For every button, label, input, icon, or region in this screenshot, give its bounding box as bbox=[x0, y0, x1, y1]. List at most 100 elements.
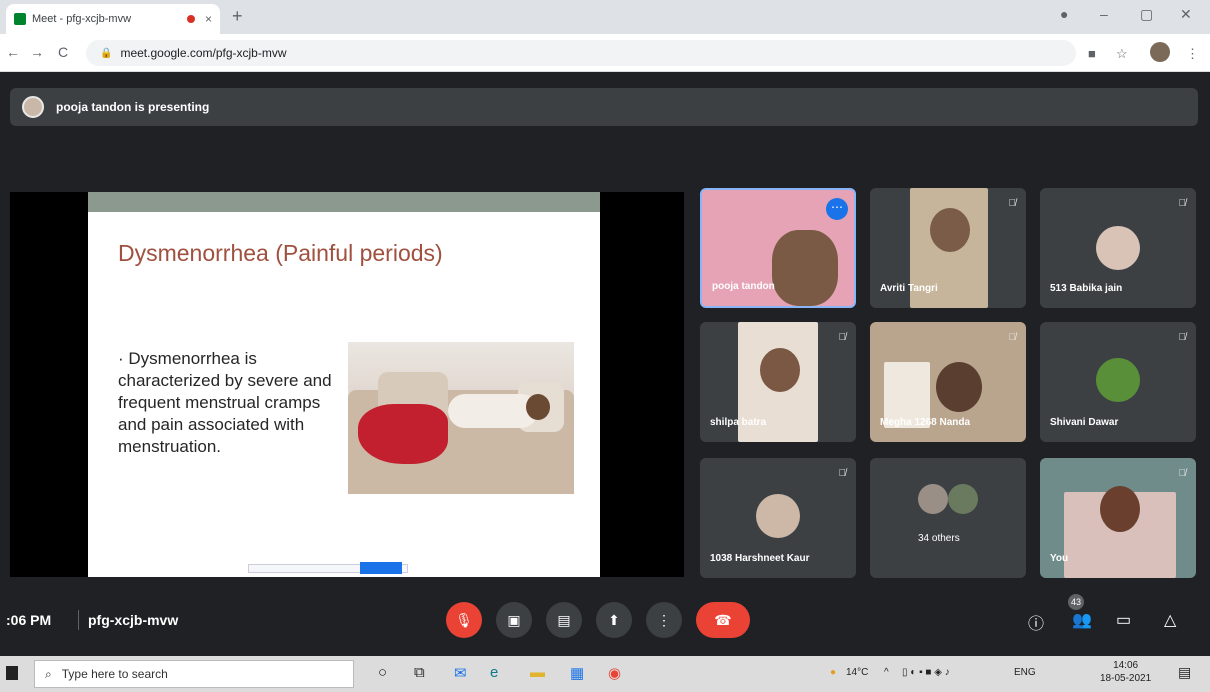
tab-close-icon[interactable]: × bbox=[205, 12, 212, 26]
meeting-controls: :06 PM pfg-xcjb-mvw 🎙 ▣ ▤ ⬆ ⋮ ☎ ⓘ 43 👥 ▭… bbox=[0, 590, 1210, 656]
meet-favicon-icon bbox=[14, 13, 26, 25]
participant-tile[interactable]: 🎙̸ Megha 1268 Nanda bbox=[870, 322, 1026, 442]
camera-toggle-button[interactable]: ▣ bbox=[496, 602, 532, 638]
forward-icon[interactable]: → bbox=[30, 44, 44, 60]
url-text: meet.google.com/pfg-xcjb-mvw bbox=[120, 46, 287, 60]
browser-toolbar: ← → C 🔒 meet.google.com/pfg-xcjb-mvw ■ ☆… bbox=[0, 34, 1210, 72]
present-button[interactable]: ⬆ bbox=[596, 602, 632, 638]
participant-avatar bbox=[918, 484, 948, 514]
others-tile[interactable]: 34 others bbox=[870, 458, 1026, 578]
participant-name: Shivani Dawar bbox=[1050, 417, 1119, 428]
back-icon[interactable]: ← bbox=[6, 44, 20, 60]
others-count: 34 others bbox=[918, 533, 960, 544]
store-icon[interactable]: ▦ bbox=[570, 664, 584, 682]
muted-mic-icon: 🎙̸ bbox=[838, 468, 847, 479]
camera-indicator-icon[interactable]: ■ bbox=[1088, 46, 1096, 61]
muted-mic-icon: 🎙̸ bbox=[1178, 468, 1187, 479]
people-count-badge: 43 bbox=[1068, 594, 1084, 610]
activities-icon[interactable]: △ bbox=[1164, 610, 1176, 630]
task-view-icon[interactable]: ⧉ bbox=[414, 664, 425, 681]
new-tab-button[interactable]: + bbox=[232, 6, 243, 27]
address-bar[interactable]: 🔒 meet.google.com/pfg-xcjb-mvw bbox=[86, 40, 1076, 66]
participant-name: pooja tandon bbox=[712, 281, 775, 292]
meeting-details-icon[interactable]: ⓘ bbox=[1028, 610, 1044, 634]
profile-dot-icon[interactable]: ● bbox=[1060, 6, 1068, 22]
participant-name: Avriti Tangri bbox=[880, 283, 938, 294]
participant-avatar bbox=[1096, 226, 1140, 270]
meeting-code: pfg-xcjb-mvw bbox=[88, 612, 179, 628]
participant-tile[interactable]: 🎙̸ shilpa batra bbox=[700, 322, 856, 442]
participant-tile[interactable]: 🎙̸ Shivani Dawar bbox=[1040, 322, 1196, 442]
participant-avatar bbox=[1096, 358, 1140, 402]
clock-time: 14:06 bbox=[1113, 660, 1139, 671]
self-face bbox=[1100, 486, 1140, 532]
file-explorer-icon[interactable]: ▬ bbox=[530, 664, 545, 681]
more-options-button[interactable]: ⋮ bbox=[646, 602, 682, 638]
tray-icons[interactable]: ▯ ◐ ▪ ■ ◈ ♪ bbox=[902, 667, 950, 678]
tab-title: Meet - pfg-xcjb-mvw bbox=[32, 13, 132, 25]
reload-icon[interactable]: C bbox=[58, 44, 68, 60]
close-window-button[interactable]: ✕ bbox=[1180, 6, 1192, 23]
participant-face bbox=[930, 208, 970, 252]
mic-toggle-button[interactable]: 🎙 bbox=[446, 602, 482, 638]
maximize-button[interactable]: ▢ bbox=[1140, 6, 1153, 23]
profile-avatar[interactable] bbox=[1150, 42, 1170, 62]
chrome-icon[interactable]: ◉ bbox=[608, 664, 621, 682]
blanket-shape bbox=[358, 404, 448, 464]
presenter-avatar bbox=[22, 96, 44, 118]
muted-mic-icon: 🎙̸ bbox=[1178, 332, 1187, 343]
participant-name: 513 Babika jain bbox=[1050, 283, 1123, 294]
browser-tab[interactable]: Meet - pfg-xcjb-mvw × bbox=[6, 4, 220, 34]
participant-face bbox=[760, 348, 800, 392]
slide-body: · Dysmenorrhea is characterized by sever… bbox=[118, 349, 332, 456]
windows-start-icon[interactable] bbox=[6, 666, 18, 680]
captions-icon: ▤ bbox=[557, 611, 571, 628]
edge-icon[interactable]: e bbox=[490, 664, 498, 681]
presenting-text: pooja tandon is presenting bbox=[56, 100, 210, 114]
minimize-button[interactable]: – bbox=[1100, 6, 1108, 22]
taskbar-search[interactable]: ⌕ Type here to search bbox=[34, 660, 354, 688]
participant-tile[interactable]: 🎙̸ 1038 Harshneet Kaur bbox=[700, 458, 856, 578]
slide-illustration bbox=[348, 342, 574, 494]
participant-avatar bbox=[948, 484, 978, 514]
divider bbox=[78, 610, 79, 630]
chat-icon[interactable]: ▭ bbox=[1116, 610, 1131, 630]
bookmark-star-icon[interactable]: ☆ bbox=[1116, 46, 1128, 62]
screen-share[interactable]: Dysmenorrhea (Painful periods) · Dysmeno… bbox=[10, 192, 684, 577]
more-vert-icon: ⋮ bbox=[657, 611, 671, 628]
input-language[interactable]: ENG bbox=[1014, 667, 1036, 678]
camera-icon: ▣ bbox=[507, 611, 521, 628]
people-icon[interactable]: 👥 bbox=[1072, 610, 1092, 630]
browser-menu-icon[interactable]: ⋮ bbox=[1186, 46, 1199, 62]
participant-tile[interactable]: 🎙̸ Avriti Tangri bbox=[870, 188, 1026, 308]
stop-sharing-button[interactable] bbox=[360, 562, 402, 574]
slide-header-band bbox=[88, 192, 600, 212]
captions-button[interactable]: ▤ bbox=[546, 602, 582, 638]
participant-name: shilpa batra bbox=[710, 417, 767, 428]
search-placeholder: Type here to search bbox=[61, 667, 168, 681]
participant-name: Megha 1268 Nanda bbox=[880, 417, 971, 428]
participant-tile[interactable]: 🎙̸ 513 Babika jain bbox=[1040, 188, 1196, 308]
muted-mic-icon: 🎙̸ bbox=[1008, 198, 1017, 209]
mail-icon[interactable]: ✉ bbox=[454, 664, 467, 682]
clock-date: 18-05-2021 bbox=[1100, 673, 1152, 684]
participant-video bbox=[772, 230, 838, 306]
notification-icon[interactable]: ▤ bbox=[1178, 664, 1191, 681]
leave-call-button[interactable]: ☎ bbox=[696, 602, 750, 638]
cortana-icon[interactable]: ○ bbox=[378, 664, 387, 681]
taskbar-clock[interactable]: 14:06 18-05-2021 bbox=[1100, 659, 1151, 685]
more-options-icon[interactable]: ⋯ bbox=[826, 198, 848, 220]
hang-up-icon: ☎ bbox=[714, 611, 732, 628]
person-shape bbox=[448, 394, 538, 428]
self-tile[interactable]: 🎙̸ You bbox=[1040, 458, 1196, 578]
tray-expand-icon[interactable]: ^ bbox=[884, 667, 889, 678]
recording-dot-icon bbox=[186, 15, 195, 23]
meet-window: pooja tandon is presenting Dysmenorrhea … bbox=[0, 72, 1210, 656]
tab-strip: Meet - pfg-xcjb-mvw × + ● – ▢ ✕ bbox=[0, 0, 1210, 34]
muted-mic-icon: 🎙̸ bbox=[838, 332, 847, 343]
participant-name: 1038 Harshneet Kaur bbox=[710, 553, 810, 564]
weather-temp[interactable]: 14°C bbox=[846, 667, 868, 678]
participant-tile[interactable]: ⋯ pooja tandon bbox=[700, 188, 856, 308]
meeting-clock: :06 PM bbox=[6, 612, 52, 628]
participant-face bbox=[936, 362, 982, 412]
